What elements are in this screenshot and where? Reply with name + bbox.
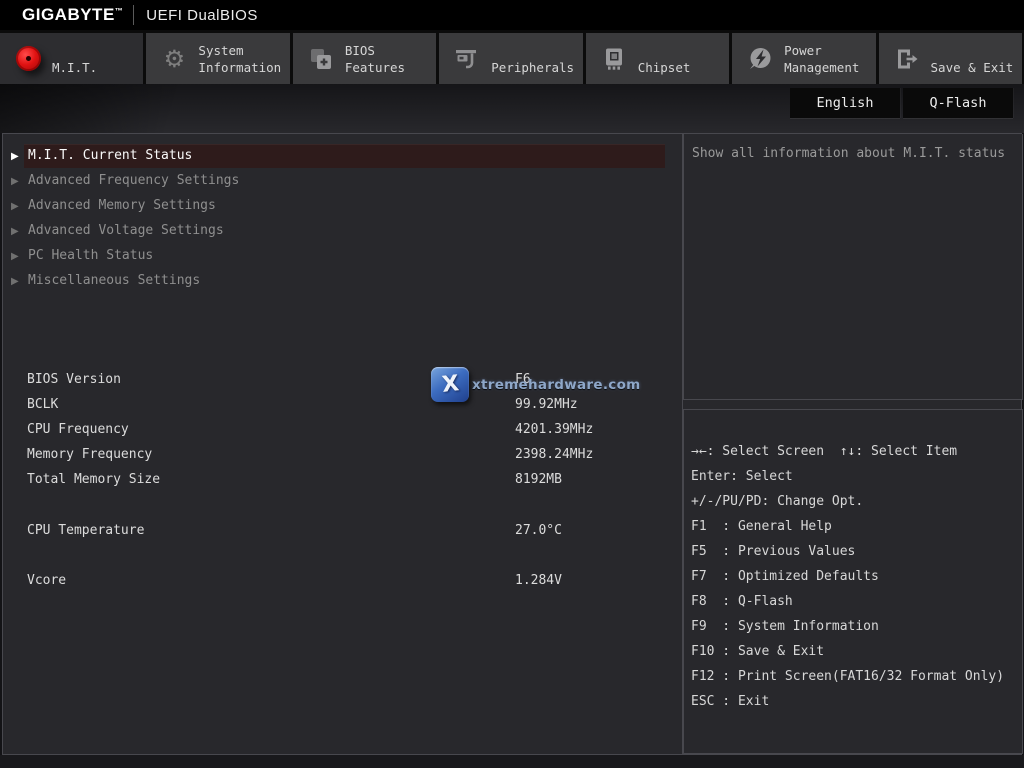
- menu-item-label: M.I.T. Current Status: [28, 148, 193, 163]
- key-legend-line: F10 : Save & Exit: [691, 644, 825, 659]
- tab-label: M.I.T.: [52, 59, 98, 75]
- key-legend-line: →←: Select Screen ↑↓: Select Item: [691, 444, 958, 459]
- menu-item-advanced-frequency-settings[interactable]: ▶ Advanced Frequency Settings: [9, 169, 665, 193]
- power-bolt-icon: [745, 46, 775, 72]
- gear-icon: ⚙: [163, 44, 186, 73]
- tab-label-line2: Management: [784, 59, 860, 75]
- info-row-total-memory-size: Total Memory Size 8192MB: [3, 467, 683, 492]
- info-row-vcore: Vcore 1.284V: [3, 568, 683, 593]
- info-value: 2398.24MHz: [515, 447, 594, 462]
- qflash-button[interactable]: Q-Flash: [903, 88, 1013, 118]
- key-legend-line: F9 : System Information: [691, 619, 879, 634]
- info-label: BIOS Version: [27, 372, 121, 387]
- watermark-text: xtremehardware.com: [472, 377, 641, 393]
- tab-label-line1: BIOS: [344, 42, 375, 58]
- tab-label: Chipset: [637, 59, 691, 75]
- submenu-arrow-icon: ▶: [11, 225, 19, 237]
- tab-save-exit[interactable]: Save & Exit: [878, 33, 1022, 84]
- submenu-arrow-icon: ▶: [11, 250, 19, 262]
- sub-header: English Q-Flash: [0, 84, 1024, 133]
- menu-item-mit-current-status[interactable]: ▶ M.I.T. Current Status: [9, 144, 665, 168]
- info-row-memory-frequency: Memory Frequency 2398.24MHz: [3, 442, 683, 467]
- title-bar: GIGABYTE™ UEFI DualBIOS: [0, 0, 1024, 30]
- trademark-symbol: ™: [114, 6, 124, 16]
- exit-door-icon: [892, 46, 922, 72]
- menu-item-advanced-voltage-settings[interactable]: ▶ Advanced Voltage Settings: [9, 219, 665, 243]
- key-legend-line: F12 : Print Screen(FAT16/32 Format Only): [691, 669, 1005, 684]
- submenu-arrow-icon: ▶: [11, 200, 19, 212]
- content-area: ▶ M.I.T. Current Status ▶ Advanced Frequ…: [2, 133, 1023, 755]
- folder-plus-icon: [306, 47, 336, 71]
- tab-chipset[interactable]: Chipset: [585, 33, 730, 84]
- info-label: Total Memory Size: [27, 472, 161, 487]
- device-cable-icon: [452, 46, 482, 72]
- item-help-text: Show all information about M.I.T. status: [692, 146, 1006, 161]
- title-divider: [133, 5, 135, 25]
- tab-bar: M.I.T. ⚙ System Information BIOS Feature…: [0, 30, 1024, 84]
- info-value: 1.284V: [515, 573, 562, 588]
- key-legend-line: F5 : Previous Values: [691, 544, 856, 559]
- menu-item-label: Advanced Frequency Settings: [28, 173, 240, 188]
- watermark-x-badge-icon: X: [431, 367, 469, 402]
- menu-item-advanced-memory-settings[interactable]: ▶ Advanced Memory Settings: [9, 194, 665, 218]
- watermark: X xtremehardware.com: [431, 367, 641, 402]
- settings-panel: ▶ M.I.T. Current Status ▶ Advanced Frequ…: [3, 134, 683, 754]
- key-legend-line: F1 : General Help: [691, 519, 832, 534]
- info-label: Vcore: [27, 573, 67, 588]
- info-label: CPU Frequency: [27, 422, 129, 437]
- tab-label: Save & Exit: [930, 59, 1014, 75]
- tab-label-line1: Power: [784, 42, 822, 58]
- info-row-cpu-temperature: CPU Temperature 27.0°C: [3, 518, 683, 543]
- menu-item-label: PC Health Status: [28, 248, 154, 263]
- info-label: CPU Temperature: [27, 523, 145, 538]
- info-label: Memory Frequency: [27, 447, 153, 462]
- key-legend-line: Enter: Select: [691, 469, 793, 484]
- info-row-cpu-frequency: CPU Frequency 4201.39MHz: [3, 417, 683, 442]
- key-legend-line: F7 : Optimized Defaults: [691, 569, 879, 584]
- info-value: 27.0°C: [515, 523, 562, 538]
- submenu-arrow-icon: ▶: [11, 275, 19, 287]
- product-title: UEFI DualBIOS: [146, 6, 258, 24]
- tab-label-line2: Features: [344, 59, 406, 75]
- tab-label-line1: System: [198, 42, 244, 58]
- info-label: BCLK: [27, 397, 59, 412]
- tab-bios-features[interactable]: BIOS Features: [292, 33, 437, 84]
- tab-label: Peripherals: [491, 59, 575, 75]
- active-tab-shadow: [0, 84, 280, 133]
- menu-item-label: Advanced Memory Settings: [28, 198, 216, 213]
- language-button[interactable]: English: [790, 88, 900, 118]
- key-legend-panel: →←: Select Screen ↑↓: Select Item Enter:…: [683, 409, 1023, 754]
- bios-screen: GIGABYTE™ UEFI DualBIOS M.I.T. ⚙ System …: [0, 0, 1024, 768]
- tab-label-line2: Information: [198, 59, 282, 75]
- menu-item-miscellaneous-settings[interactable]: ▶ Miscellaneous Settings: [9, 269, 665, 293]
- gauge-icon: [13, 46, 43, 71]
- gigabyte-logo: GIGABYTE™: [22, 5, 124, 24]
- menu-item-pc-health-status[interactable]: ▶ PC Health Status: [9, 244, 665, 268]
- tab-peripherals[interactable]: Peripherals: [439, 33, 583, 84]
- footer-strip: [0, 755, 1024, 768]
- info-value: 4201.39MHz: [515, 422, 594, 437]
- tab-power-management[interactable]: Power Management: [732, 33, 876, 84]
- menu-item-label: Advanced Voltage Settings: [28, 223, 224, 238]
- info-value: 8192MB: [515, 472, 562, 487]
- key-legend-line: +/-/PU/PD: Change Opt.: [691, 494, 864, 509]
- submenu-arrow-icon: ▶: [11, 175, 19, 187]
- key-legend-line: ESC : Exit: [691, 694, 770, 709]
- key-legend-line: F8 : Q-Flash: [691, 594, 793, 609]
- chip-icon: [599, 46, 629, 72]
- tab-system-information[interactable]: ⚙ System Information: [146, 33, 290, 84]
- tab-mit[interactable]: M.I.T.: [0, 33, 144, 84]
- submenu-arrow-icon: ▶: [11, 150, 19, 162]
- item-help-panel: Show all information about M.I.T. status: [683, 134, 1023, 400]
- menu-item-label: Miscellaneous Settings: [28, 273, 201, 288]
